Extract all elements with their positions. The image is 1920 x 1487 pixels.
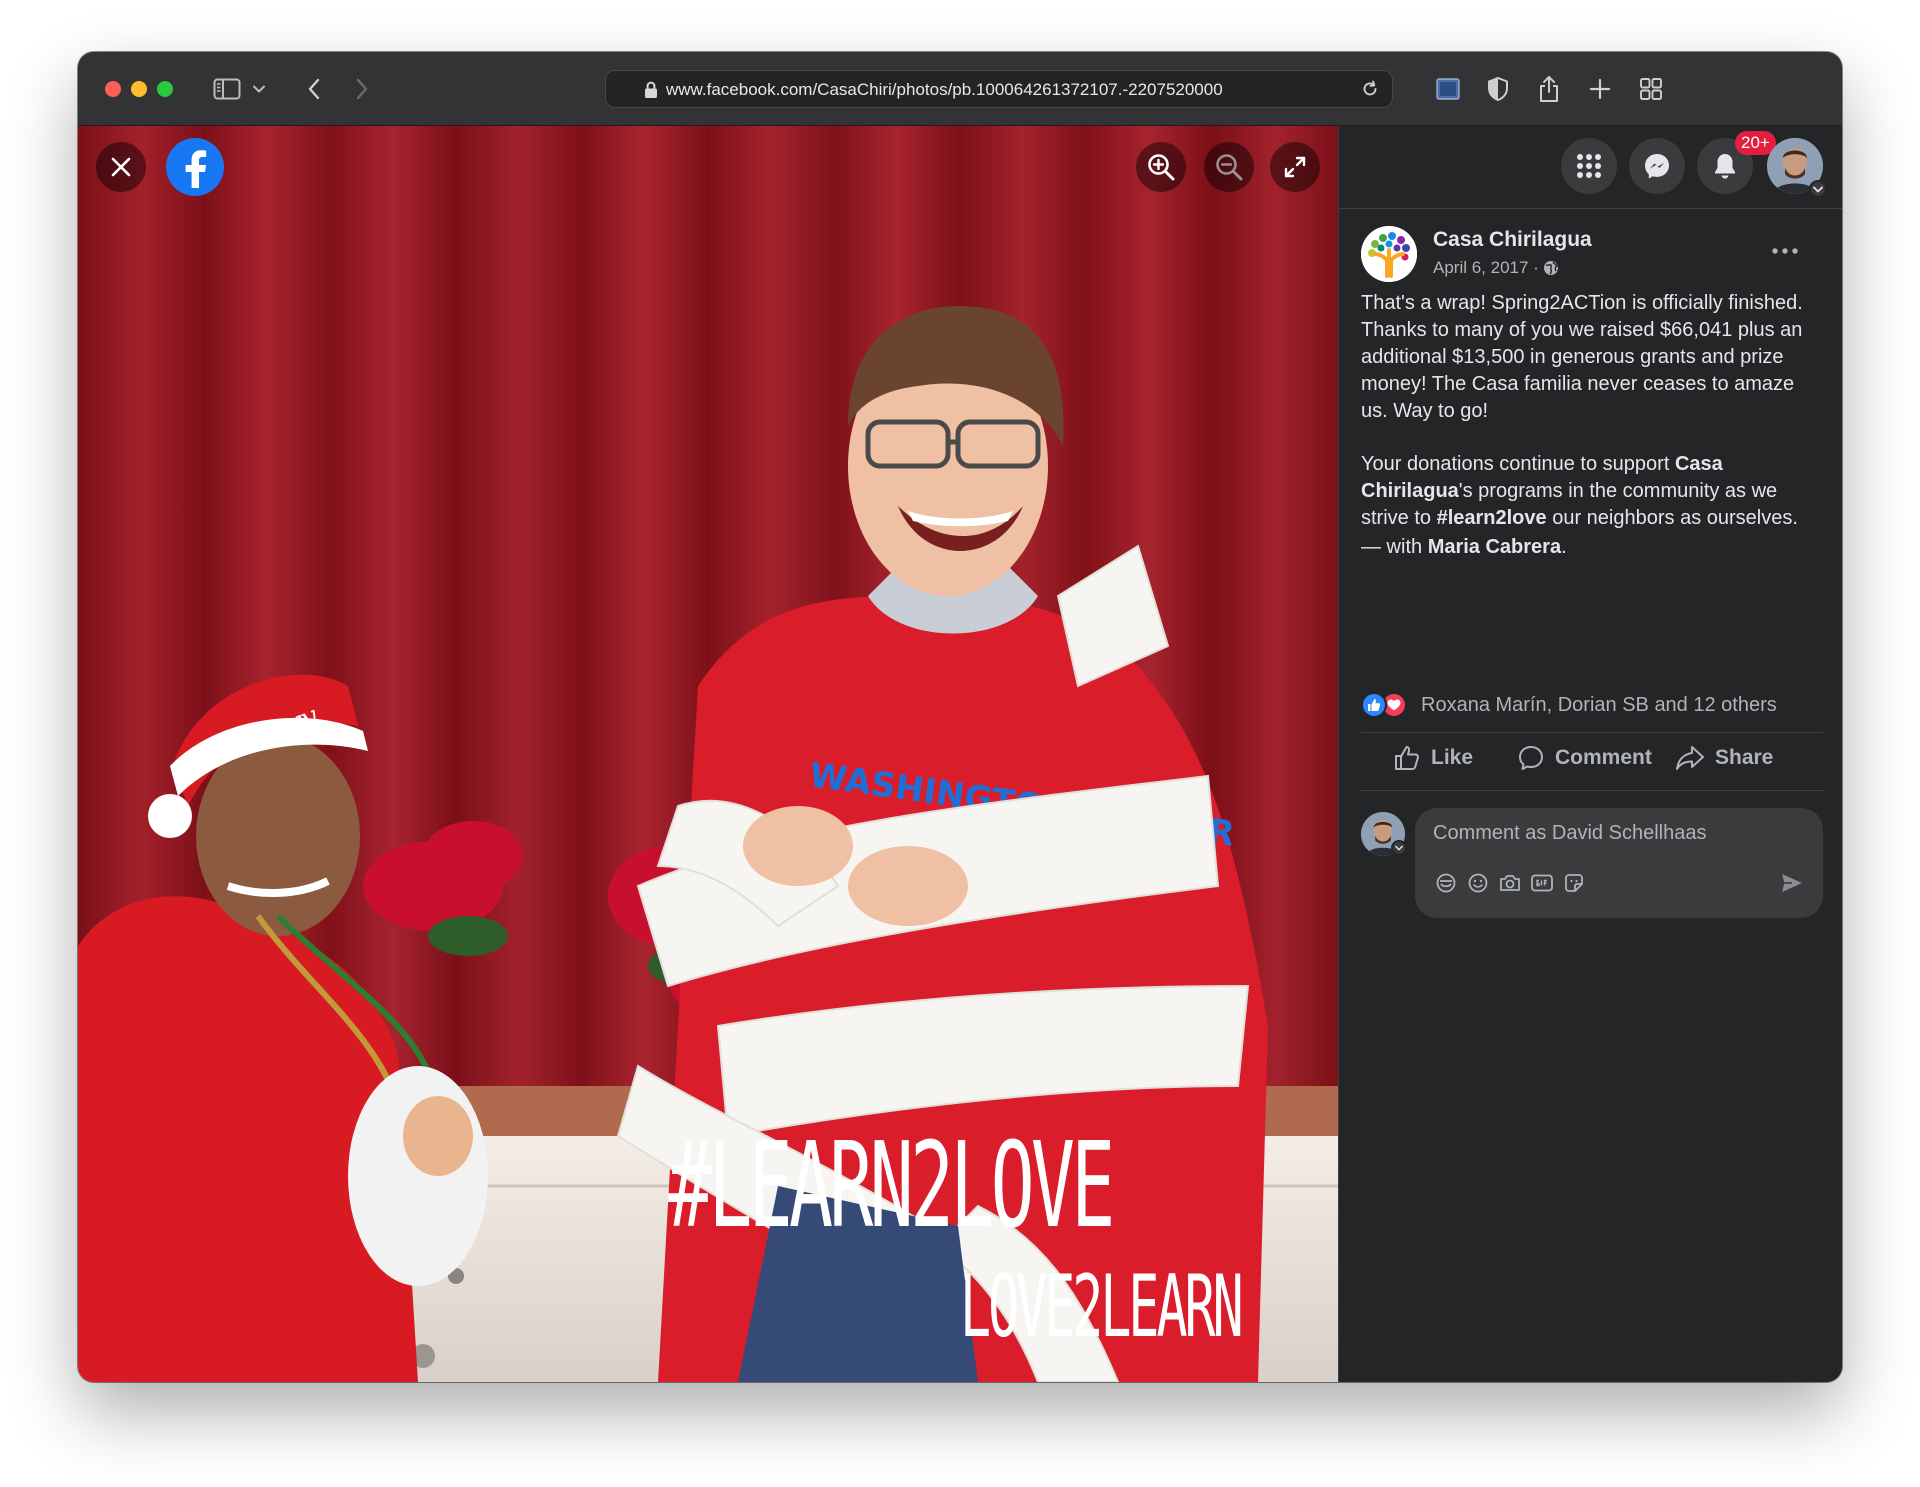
post-date[interactable]: April 6, 2017 · [1433, 258, 1559, 281]
share-arrow-icon [1676, 746, 1704, 770]
comment-placeholder: Comment as David Schellhaas [1433, 822, 1707, 844]
zoom-in-button[interactable] [1136, 142, 1186, 192]
comment-bubble-icon [1519, 746, 1543, 770]
address-bar[interactable]: www.facebook.com/CasaChiri/photos/pb.100… [605, 70, 1393, 108]
url-text: www.facebook.com/CasaChiri/photos/pb.100… [666, 80, 1223, 99]
send-comment-button[interactable] [1777, 868, 1807, 898]
p2-start: Your donations continue to support [1361, 453, 1675, 475]
messenger-button[interactable] [1629, 138, 1685, 194]
tagged-person-link[interactable]: Maria Cabrera [1428, 536, 1561, 558]
zoom-out-button[interactable] [1204, 142, 1254, 192]
divider [1361, 732, 1823, 733]
page-avatar[interactable] [1361, 226, 1417, 282]
reactions-text: Roxana Marín, Dorian SB and 12 others [1421, 694, 1777, 716]
tree-logo-icon [1361, 226, 1417, 282]
sticker-icon[interactable] [1559, 868, 1589, 898]
close-icon [111, 157, 131, 177]
post-text: That's a wrap! Spring2ACTion is official… [1361, 290, 1823, 587]
messenger-icon [1645, 154, 1669, 179]
minimize-window-button[interactable] [131, 81, 147, 97]
extension-icon[interactable] [1433, 74, 1463, 104]
bell-icon [1715, 154, 1735, 179]
more-options-button[interactable] [1765, 236, 1805, 266]
post-paragraph-2: Your donations continue to support Casa … [1361, 451, 1823, 532]
page-name[interactable]: Casa Chirilagua [1433, 228, 1592, 252]
reactions-summary[interactable]: Roxana Marín, Dorian SB and 12 others [1361, 690, 1823, 720]
back-icon[interactable] [299, 74, 329, 104]
new-tab-icon[interactable] [1585, 74, 1615, 104]
close-photo-button[interactable] [96, 142, 146, 192]
close-window-button[interactable] [105, 81, 121, 97]
zoom-out-icon [1216, 154, 1243, 181]
expand-icon [1284, 156, 1306, 178]
menu-button[interactable] [1561, 138, 1617, 194]
more-dots-icon [1772, 248, 1798, 254]
send-icon [1782, 874, 1802, 892]
gif-icon[interactable] [1527, 868, 1557, 898]
comment-label: Comment [1555, 746, 1652, 769]
fullscreen-button[interactable] [1270, 142, 1320, 192]
share-label: Share [1715, 746, 1774, 769]
reload-icon[interactable] [1360, 79, 1380, 104]
learn2love-hashtag-link[interactable]: #learn2love [1437, 507, 1547, 529]
like-label: Like [1431, 746, 1474, 769]
tab-overview-icon[interactable] [1636, 74, 1666, 104]
photo-viewer[interactable]: Merry WASHINGTON SOCCER [78, 126, 1338, 1382]
share-button[interactable]: Share [1675, 738, 1773, 778]
emoji-icon[interactable] [1463, 868, 1493, 898]
zoom-window-button[interactable] [157, 81, 173, 97]
lock-icon [644, 81, 658, 104]
with-prefix: — with [1361, 536, 1428, 558]
post-date-text: April 6, 2017 · [1433, 258, 1539, 277]
browser-toolbar: www.facebook.com/CasaChiri/photos/pb.100… [78, 52, 1842, 126]
post-panel: 20+ Casa Chirilagua April 6, 2017 · That… [1338, 126, 1842, 1382]
globe-icon [1543, 260, 1559, 281]
comment-button[interactable]: Comment [1517, 738, 1652, 778]
browser-window: www.facebook.com/CasaChiri/photos/pb.100… [78, 52, 1842, 1382]
shield-icon[interactable] [1483, 74, 1513, 104]
tagged-with-line: — with Maria Cabrera. [1361, 534, 1823, 561]
avatar-sticker-icon[interactable] [1431, 868, 1461, 898]
like-reaction-icon [1361, 692, 1387, 718]
share-icon[interactable] [1534, 74, 1564, 104]
commenter-chevron-icon[interactable] [1391, 840, 1407, 856]
grid-menu-icon [1577, 154, 1601, 178]
with-suffix: . [1561, 536, 1567, 558]
divider [1361, 790, 1823, 791]
facebook-logo-icon[interactable] [166, 138, 224, 196]
photo-hashtag-sub: LOVE2LEARN [960, 1257, 1244, 1357]
zoom-in-icon [1148, 154, 1175, 181]
like-button[interactable]: Like [1393, 738, 1473, 778]
sidebar-toggle-icon[interactable] [212, 74, 242, 104]
chevron-down-icon[interactable] [250, 74, 268, 104]
forward-icon[interactable] [347, 74, 377, 104]
panel-header: 20+ [1339, 126, 1842, 209]
account-menu-chevron-icon[interactable] [1809, 180, 1827, 198]
comment-input[interactable]: Comment as David Schellhaas [1415, 808, 1823, 918]
p2-end: our neighbors as ourselves. [1546, 507, 1798, 529]
post-paragraph-1: That's a wrap! Spring2ACTion is official… [1361, 292, 1803, 422]
camera-icon[interactable] [1495, 868, 1525, 898]
photo-hashtag-main: #LEARN2LOVE [668, 1116, 1115, 1254]
thumbs-up-icon [1395, 746, 1419, 770]
